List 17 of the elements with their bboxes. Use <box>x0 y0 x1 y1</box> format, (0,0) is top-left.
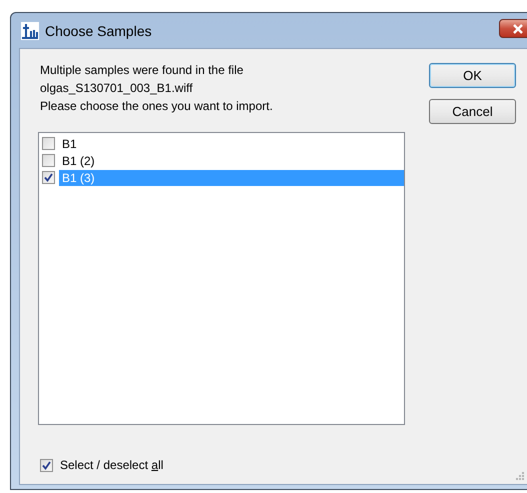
checkbox[interactable] <box>42 171 55 184</box>
dialog-button[interactable]: OK <box>429 63 516 88</box>
resize-grip-icon[interactable] <box>516 472 524 480</box>
checkbox[interactable] <box>42 154 55 167</box>
close-button[interactable] <box>499 19 527 38</box>
checkbox[interactable] <box>40 458 53 472</box>
app-icon <box>21 22 39 40</box>
sample-item[interactable]: B1 <box>59 136 80 152</box>
message-text: olgas_S130701_003_B1.wiff <box>40 80 194 97</box>
checkbox[interactable] <box>42 137 55 150</box>
dialog-button[interactable]: Cancel <box>429 99 516 124</box>
message-text: Multiple samples were found in the file <box>40 62 244 79</box>
select-all-label[interactable]: Select / deselect all <box>60 458 164 472</box>
window-title: Choose Samples <box>45 22 152 38</box>
close-icon <box>512 24 524 34</box>
sample-item[interactable]: B1 (2) <box>59 152 98 168</box>
message-text: Please choose the ones you want to import. <box>40 98 274 115</box>
